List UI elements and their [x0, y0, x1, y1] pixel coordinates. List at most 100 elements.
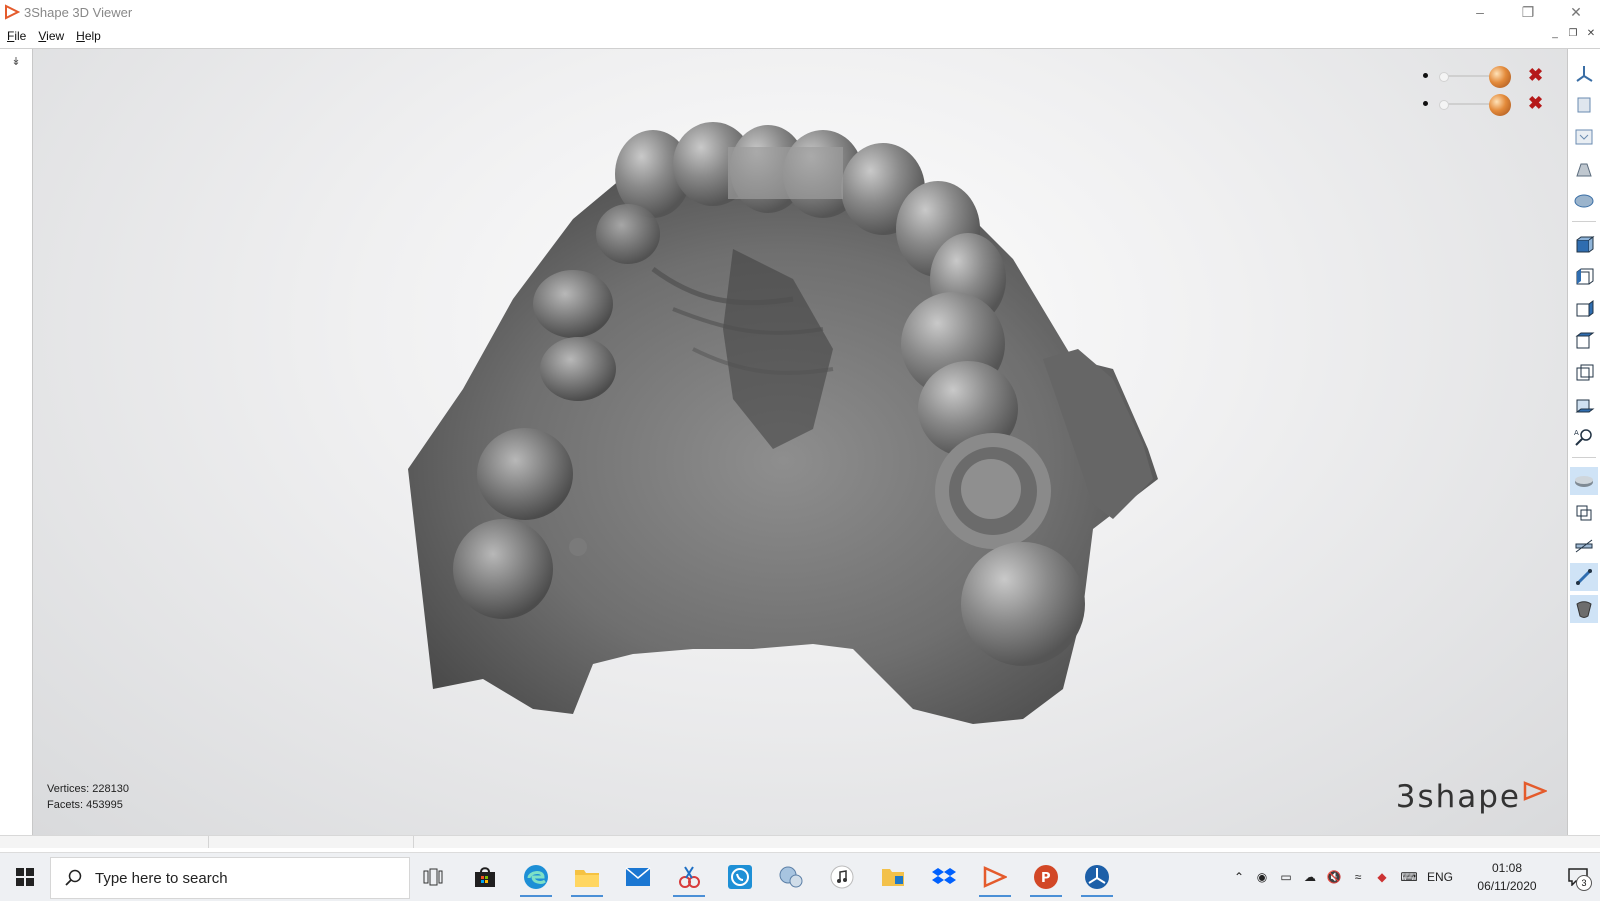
- light-slider-knob[interactable]: [1439, 100, 1449, 110]
- dropbox-tray-icon[interactable]: ◆: [1370, 870, 1394, 884]
- start-button[interactable]: [0, 853, 50, 901]
- axes-icon[interactable]: [1570, 59, 1598, 87]
- clip-icon[interactable]: [1570, 467, 1598, 495]
- shading-icon[interactable]: [1570, 595, 1598, 623]
- light-color-ball[interactable]: [1489, 94, 1511, 116]
- facets-count: Facets: 453995: [47, 799, 123, 811]
- snipping-tool-icon[interactable]: [667, 857, 711, 897]
- toolbar-separator: [1572, 457, 1596, 458]
- menu-view[interactable]: View: [38, 29, 64, 43]
- title-bar: 3Shape 3D Viewer – ❐ ✕: [0, 0, 1600, 24]
- remove-light-button[interactable]: ✖: [1528, 93, 1543, 114]
- status-pane-1: [0, 836, 209, 848]
- cube-back-icon[interactable]: [1570, 327, 1598, 355]
- cube-top-icon[interactable]: [1570, 359, 1598, 387]
- transparency-icon[interactable]: [1570, 499, 1598, 527]
- brand-triangle-icon: [1523, 781, 1547, 801]
- vertices-count: Vertices: 228130: [47, 783, 129, 795]
- powerpoint-icon[interactable]: P: [1024, 857, 1068, 897]
- dropbox-icon[interactable]: [922, 857, 966, 897]
- restore-button[interactable]: ❐: [1504, 0, 1552, 24]
- right-toolbar: A: [1567, 49, 1600, 835]
- app-logo-icon: [5, 4, 20, 20]
- toolbar-separator: [1572, 221, 1596, 222]
- mdi-close-button[interactable]: ✕: [1584, 26, 1598, 40]
- mail-icon[interactable]: [616, 857, 660, 897]
- chevron-up-icon[interactable]: ⌃: [1228, 870, 1250, 884]
- store-icon[interactable]: [463, 857, 507, 897]
- measure-icon[interactable]: [1570, 531, 1598, 559]
- running-indicator: [1030, 895, 1062, 897]
- cube-bottom-icon[interactable]: [1570, 391, 1598, 419]
- dental-arch-model[interactable]: [33, 49, 1567, 835]
- model-stats: Vertices: 228130 Facets: 453995: [47, 781, 129, 813]
- svg-text:P: P: [1041, 871, 1051, 886]
- search-icon: [65, 869, 82, 886]
- view-bottom-icon[interactable]: [1570, 187, 1598, 215]
- menu-file[interactable]: File: [7, 29, 26, 43]
- network-tool-icon[interactable]: [769, 857, 813, 897]
- system-tray: ⌃ ◉ ▭ ☁ 🔇 ≈ ◆ ⌨ ENG: [1228, 853, 1456, 901]
- running-indicator: [979, 895, 1011, 897]
- light-sliders: ✖ ✖: [1419, 63, 1547, 119]
- windows-logo-icon: [16, 868, 34, 886]
- file-explorer-icon[interactable]: [565, 857, 609, 897]
- menu-help[interactable]: Help: [76, 29, 101, 43]
- running-indicator: [1081, 895, 1113, 897]
- close-button[interactable]: ✕: [1552, 0, 1600, 24]
- notification-count-badge: 3: [1576, 875, 1592, 891]
- zoom-icon[interactable]: A: [1570, 423, 1598, 451]
- status-bar: [0, 835, 1600, 848]
- keyboard-icon[interactable]: ⌨: [1394, 870, 1424, 884]
- search-placeholder: Type here to search: [95, 869, 228, 887]
- svg-text:A: A: [1574, 429, 1579, 437]
- folder-icon[interactable]: [871, 857, 915, 897]
- light-toggle-dot[interactable]: [1423, 101, 1428, 106]
- clock-date: 06/11/2020: [1477, 879, 1537, 893]
- light-slider-row-1: ✖: [1419, 63, 1547, 91]
- battery-icon[interactable]: ▭: [1274, 870, 1298, 884]
- brand-text: 3shape: [1395, 779, 1521, 815]
- left-panel-strip: ↡: [0, 49, 33, 835]
- clock-time: 01:08: [1491, 861, 1523, 875]
- cloud-icon[interactable]: ☁: [1298, 870, 1322, 884]
- 3shape-app-icon[interactable]: [973, 857, 1017, 897]
- remove-light-button[interactable]: ✖: [1528, 65, 1543, 86]
- windows-taskbar: Type here to search P ⌃ ◉ ▭ ☁ 🔇 ≈ ◆ ⌨ EN…: [0, 852, 1600, 901]
- running-indicator: [673, 895, 705, 897]
- view-front-icon[interactable]: [1570, 91, 1598, 119]
- task-view-icon[interactable]: [411, 857, 455, 897]
- notification-center-icon[interactable]: 3: [1562, 861, 1594, 893]
- 3d-viewport[interactable]: ✖ ✖ Vertices: 228130 Facets: 453995 3sha…: [33, 49, 1567, 835]
- volume-muted-icon[interactable]: 🔇: [1322, 870, 1346, 884]
- cube-right-icon[interactable]: [1570, 295, 1598, 323]
- mdi-minimize-button[interactable]: _: [1548, 26, 1562, 40]
- system-clock[interactable]: 01:08 06/11/2020: [1462, 859, 1552, 895]
- section-icon[interactable]: [1570, 563, 1598, 591]
- light-toggle-dot[interactable]: [1423, 73, 1428, 78]
- light-slider-knob[interactable]: [1439, 72, 1449, 82]
- onedrive-sync-icon[interactable]: ◉: [1250, 870, 1274, 884]
- light-color-ball[interactable]: [1489, 66, 1511, 88]
- whatsapp-icon[interactable]: [718, 857, 762, 897]
- minimize-button[interactable]: –: [1456, 0, 1504, 24]
- menu-bar: File View Help: [0, 24, 1600, 49]
- taskbar-search[interactable]: Type here to search: [50, 857, 410, 899]
- window-title: 3Shape 3D Viewer: [24, 4, 133, 20]
- itunes-icon[interactable]: [820, 857, 864, 897]
- wifi-icon[interactable]: ≈: [1346, 870, 1370, 884]
- expand-panel-icon[interactable]: ↡: [8, 55, 24, 69]
- view-top-icon[interactable]: [1570, 123, 1598, 151]
- cube-front-icon[interactable]: [1570, 231, 1598, 259]
- 3d-viewer-app-icon[interactable]: [1075, 857, 1119, 897]
- status-pane-2: [209, 836, 414, 848]
- running-indicator: [520, 895, 552, 897]
- view-side-icon[interactable]: [1570, 155, 1598, 183]
- light-slider-row-2: ✖: [1419, 91, 1547, 119]
- cube-left-icon[interactable]: [1570, 263, 1598, 291]
- brand-logo: 3shape: [1396, 779, 1547, 815]
- language-indicator[interactable]: ENG: [1424, 870, 1456, 884]
- edge-icon[interactable]: [514, 857, 558, 897]
- mdi-restore-button[interactable]: ❐: [1566, 26, 1580, 40]
- running-indicator: [571, 895, 603, 897]
